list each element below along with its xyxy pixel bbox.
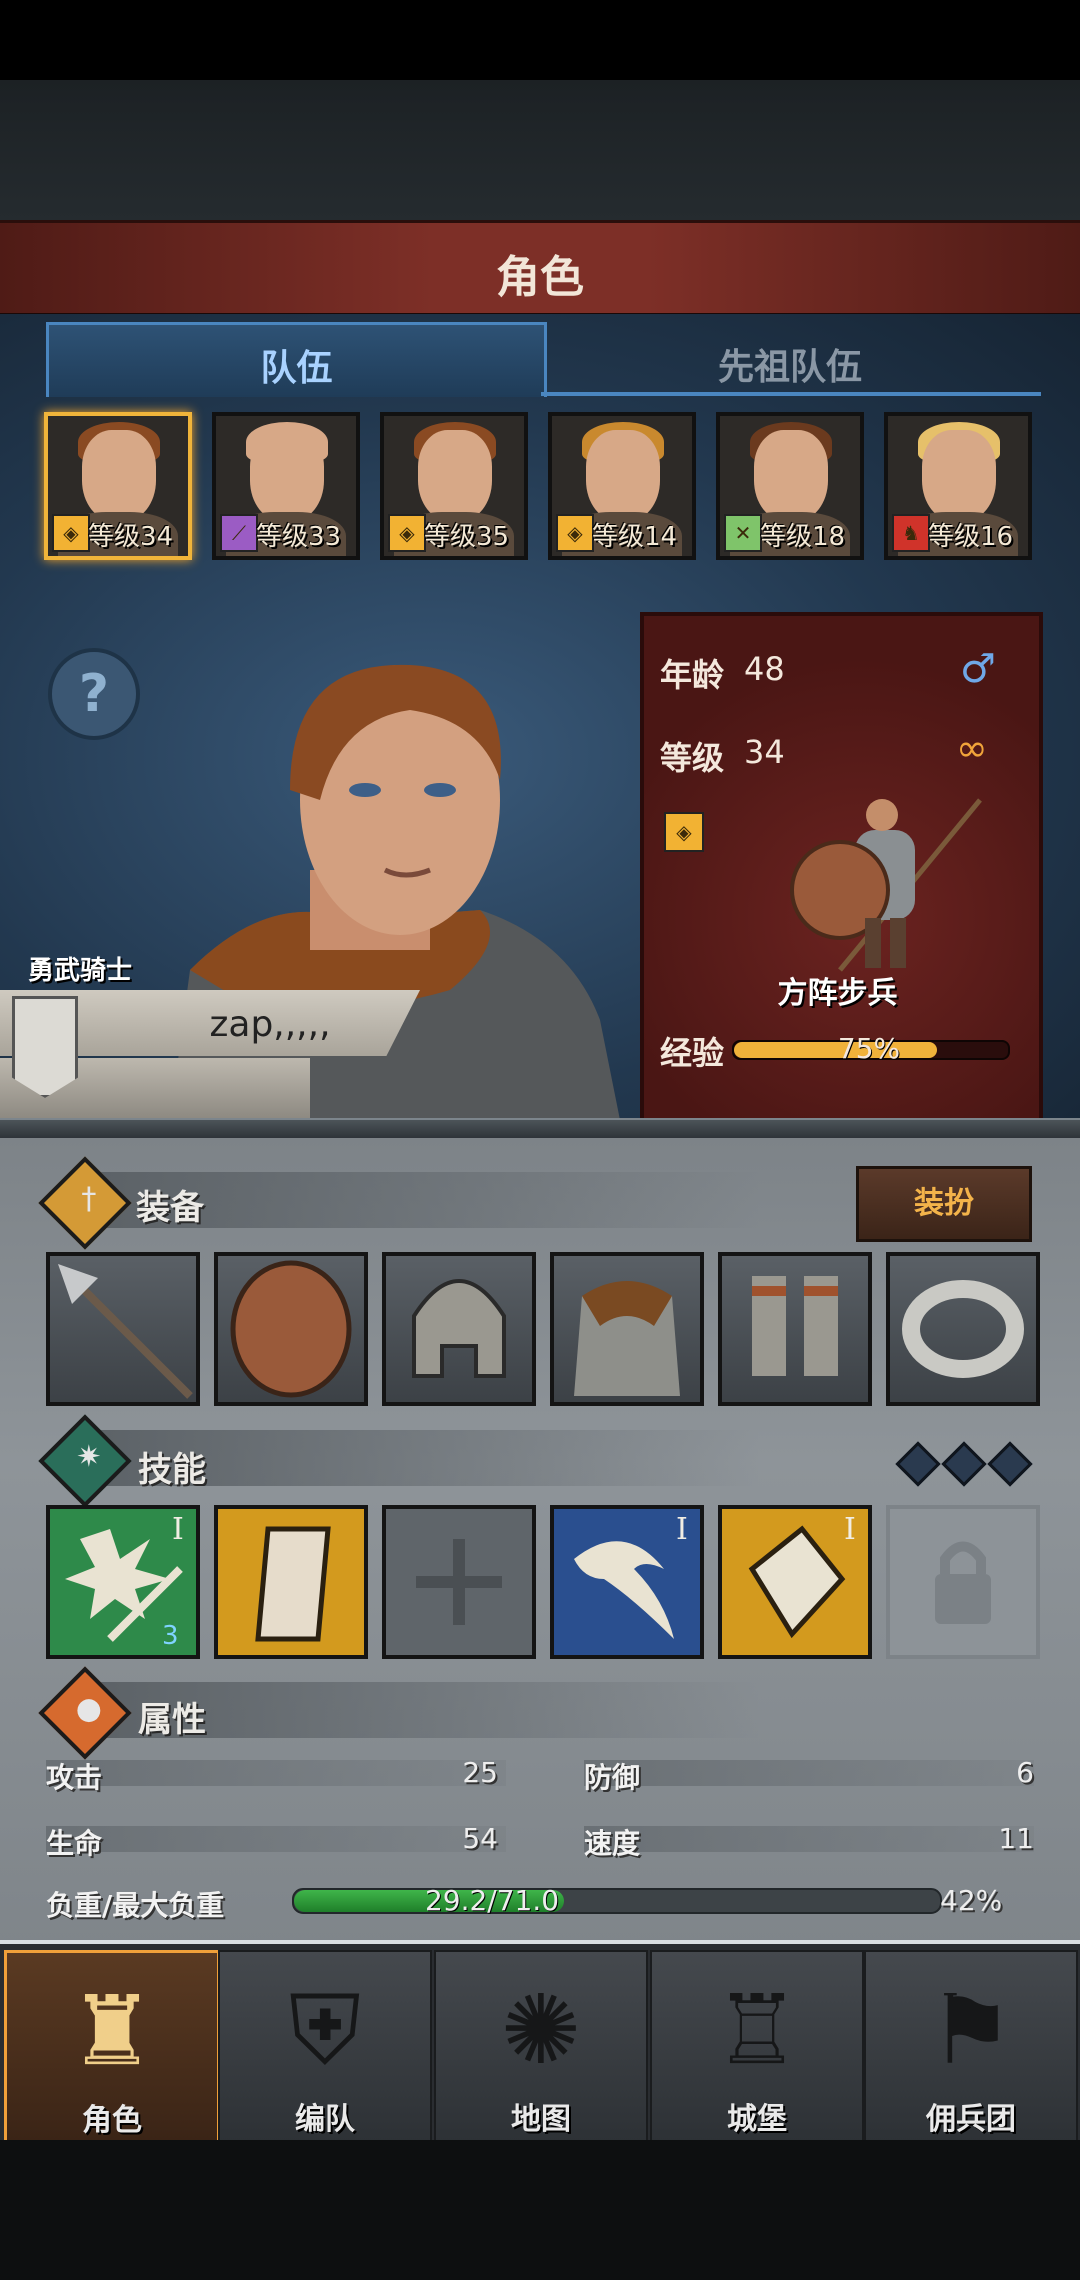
nav-map[interactable]: ✺ 地图 (434, 1950, 648, 2144)
ring-icon[interactable] (886, 1252, 1040, 1406)
dress-up-button[interactable]: 装扮 (856, 1166, 1032, 1242)
shield-icon: ◈ (556, 514, 594, 552)
bottom-safe-area (0, 2140, 1080, 2280)
mercenary-banner-icon: ⚑ (927, 1974, 1015, 2086)
roster-level: 等级16 (928, 522, 1014, 552)
spear-icon[interactable] (46, 1252, 200, 1406)
age-label: 年龄 (660, 656, 725, 694)
hp-value: 54 (462, 1822, 498, 1855)
tab-team[interactable]: 队伍 (46, 322, 547, 397)
exp-value: 75% (837, 1032, 901, 1065)
portrait-face (418, 430, 492, 522)
nav-formation[interactable]: ⛨ 编队 (218, 1950, 432, 2144)
tab-ancestor-team-label: 先祖队伍 (717, 347, 862, 388)
tab-ancestor-team[interactable]: 先祖队伍 (545, 322, 1035, 394)
defense-value: 6 (1016, 1756, 1034, 1789)
level-label: 等级 (660, 739, 725, 777)
burst-strike-skill-icon[interactable]: I3 (46, 1505, 200, 1659)
roster-card[interactable]: ✕ 等级18 (716, 412, 864, 560)
attack-label: 攻击 (46, 1761, 103, 1794)
nav-label: 角色 (82, 2103, 142, 2138)
page-title: 角色 (496, 252, 584, 303)
speed-value: 11 (998, 1822, 1034, 1855)
phalanx-infantry-figure (790, 798, 982, 972)
roster-card[interactable]: ⟋ 等级33 (212, 412, 360, 560)
knight-icon: ♜ (68, 1975, 156, 2087)
defense-label: 防御 (584, 1761, 641, 1794)
helmet-icon[interactable] (382, 1252, 536, 1406)
nav-label: 地图 (511, 2102, 571, 2137)
nav-character[interactable]: ♜ 角色 (4, 1950, 220, 2146)
equipment-title: 装备 (136, 1188, 204, 1228)
portrait-face (922, 430, 996, 522)
portrait-face (754, 430, 828, 522)
portrait-face (82, 430, 156, 522)
nav-label: 编队 (295, 2102, 355, 2137)
svg-text:3: 3 (162, 1621, 179, 1651)
portrait-face (250, 430, 324, 522)
load-label: 负重/最大负重 (46, 1889, 225, 1922)
shield-break-skill-icon[interactable]: I (718, 1505, 872, 1659)
lock-icon[interactable] (886, 1505, 1040, 1659)
horse-icon: ♞ (892, 514, 930, 552)
svg-text:I: I (676, 1512, 688, 1547)
charge-skill-icon[interactable]: I (550, 1505, 704, 1659)
exp-label: 经验 (660, 1034, 725, 1072)
top-strip (0, 80, 1080, 220)
heraldry-banner-icon[interactable] (12, 996, 78, 1098)
hero-name[interactable]: zap,,,,, (140, 1004, 400, 1045)
nav-castle[interactable]: ♖ 城堡 (650, 1950, 864, 2144)
load-percent: 42% (940, 1884, 1003, 1917)
attributes-title: 属性 (138, 1700, 206, 1740)
roster-card[interactable]: ◈ 等级34 (44, 412, 192, 560)
roster-card[interactable]: ◈ 等级35 (380, 412, 528, 560)
shield-icon: ◈ (52, 514, 90, 552)
portrait-face (586, 430, 660, 522)
nav-label: 佣兵团 (926, 2102, 1016, 2137)
tower-shield-skill-icon[interactable] (214, 1505, 368, 1659)
empty-skill-slot-icon[interactable] (382, 1505, 536, 1659)
skills-title: 技能 (138, 1450, 206, 1490)
tab-underline (541, 392, 1041, 396)
hero-title-tag: 勇武骑士 (28, 956, 133, 986)
male-gender-icon: ♂ (960, 646, 996, 692)
staff-icon: ⟋ (220, 514, 258, 552)
hp-label: 生命 (46, 1827, 103, 1860)
unit-class-name: 方阵步兵 (777, 976, 898, 1011)
status-bar-area (0, 0, 1080, 80)
boots-icon[interactable] (718, 1252, 872, 1406)
roster-card[interactable]: ◈ 等级14 (548, 412, 696, 560)
shield-icon: ◈ (388, 514, 426, 552)
crossed-swords-icon: ✕ (724, 514, 762, 552)
castle-icon: ♖ (713, 1974, 801, 2086)
attack-value: 25 (462, 1756, 498, 1789)
roster-level: 等级35 (424, 522, 510, 552)
help-button[interactable]: ? (48, 648, 140, 740)
load-value: 29.2/71.0 (424, 1884, 560, 1917)
chainmail-icon[interactable] (550, 1252, 704, 1406)
roster-level: 等级34 (88, 522, 174, 552)
helmet-group-icon: ⛨ (289, 1974, 361, 2086)
roster-level: 等级14 (592, 522, 678, 552)
svg-text:I: I (844, 1512, 856, 1547)
nav-mercenaries[interactable]: ⚑ 佣兵团 (864, 1950, 1078, 2144)
roster-card[interactable]: ♞ 等级16 (884, 412, 1032, 560)
rings-icon: ∞ (956, 726, 988, 770)
round-shield-icon[interactable] (214, 1252, 368, 1406)
age-value: 48 (744, 650, 785, 688)
roster-level: 等级18 (760, 522, 846, 552)
title-banner: 角色 (0, 220, 1080, 317)
speed-label: 速度 (584, 1827, 641, 1860)
roster-level: 等级33 (256, 522, 342, 552)
compass-icon: ✺ (500, 1974, 582, 2086)
svg-text:I: I (172, 1512, 184, 1547)
shield-icon: ◈ (664, 812, 704, 852)
tab-team-label: 队伍 (260, 348, 333, 389)
panel-divider (0, 1118, 1080, 1140)
level-value: 34 (744, 733, 785, 771)
nav-label: 城堡 (727, 2102, 787, 2137)
